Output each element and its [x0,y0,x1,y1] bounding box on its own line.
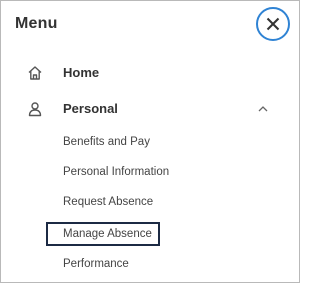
submenu-item-personal-information[interactable]: Personal Information [63,166,169,178]
nav-item-home-label: Home [63,65,100,80]
nav-item-personal[interactable]: Personal [1,94,299,124]
menu-title: Menu [15,15,58,32]
nav-item-personal-label: Personal [63,101,118,116]
nav-item-home[interactable]: Home [1,58,299,88]
close-icon [266,17,280,31]
submenu-item-performance[interactable]: Performance [63,258,129,270]
close-button[interactable] [256,7,290,41]
submenu-item-manage-absence[interactable]: Manage Absence [46,222,160,246]
submenu-item-benefits-and-pay[interactable]: Benefits and Pay [63,136,150,148]
menu-panel: Menu Home Personal Benefits and Pay Pers… [0,0,300,283]
chevron-up-icon[interactable] [257,104,269,114]
home-icon [28,66,42,80]
person-icon [28,102,42,117]
submenu-item-request-absence[interactable]: Request Absence [63,196,153,208]
